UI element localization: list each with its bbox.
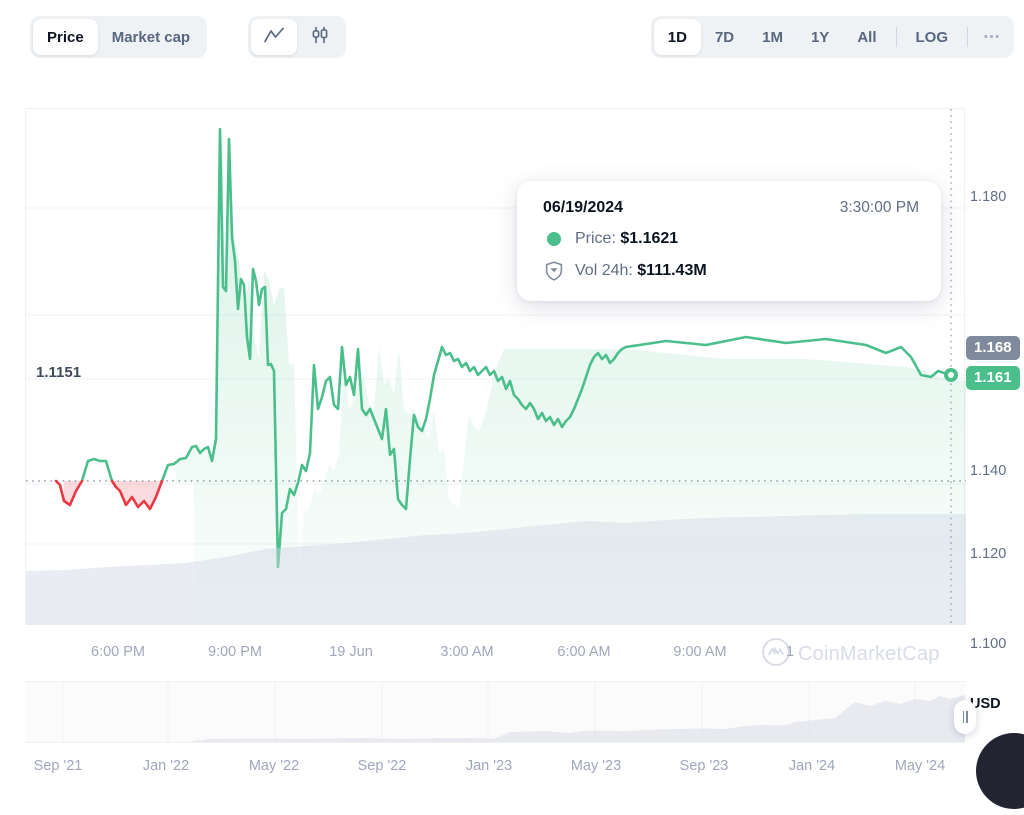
range-navigator[interactable] (25, 681, 976, 743)
x-tick-1: 9:00 PM (208, 644, 262, 660)
tooltip-date: 06/19/2024 (543, 199, 624, 216)
x-axis: 6:00 PM 9:00 PM 19 Jun 3:00 AM 6:00 AM 9… (0, 636, 1024, 670)
crosshair-price-marker (944, 368, 958, 382)
range-7d-button[interactable]: 7D (701, 19, 748, 55)
toolbar-divider-1 (895, 27, 897, 47)
x-tick-4: 6:00 AM (557, 644, 611, 660)
y-tick-1120: 1.120 (970, 546, 1007, 562)
navigator-right-handle[interactable] (954, 700, 976, 734)
tab-price[interactable]: Price (33, 19, 98, 55)
nav-tick-7: Jan '24 (788, 758, 836, 774)
x-tick-5: 9:00 AM (673, 644, 727, 660)
nav-tick-4: Jan '23 (465, 758, 513, 774)
log-scale-button[interactable]: LOG (902, 19, 963, 55)
tooltip-volume-label: Vol 24h: $111.43M (575, 262, 707, 280)
y-tick-1140: 1.140 (970, 463, 1007, 479)
x-tick-2: 19 Jun (329, 644, 373, 660)
y-tick-1180: 1.180 (970, 189, 1007, 205)
tooltip-price-key: Price: (575, 230, 616, 247)
range-all-button[interactable]: All (843, 19, 890, 55)
tooltip-time: 3:30:00 PM (839, 199, 919, 216)
nav-tick-8: May '24 (894, 758, 946, 774)
reference-price-label: 1.1151 (36, 364, 82, 381)
tooltip-volume-row: Vol 24h: $111.43M (543, 261, 919, 281)
line-chart-icon (263, 26, 285, 48)
y-axis-current-price-pill-green: 1.161 (966, 366, 1020, 390)
candlestick-icon (309, 26, 331, 48)
toolbar-divider-2 (967, 27, 968, 47)
metric-toggle-group: Price Market cap (30, 16, 208, 58)
nav-tick-1: Jan '22 (142, 758, 190, 774)
nav-tick-2: May '22 (248, 758, 300, 774)
x-tick-6: 1 (785, 644, 795, 660)
more-options-button[interactable]: ⋯ (973, 19, 1011, 55)
navigator-selected-range (25, 682, 965, 742)
tooltip-price-value: $1.1621 (620, 230, 679, 247)
navigator-x-axis: Sep '21 Jan '22 May '22 Sep '22 Jan '23 … (0, 752, 1024, 782)
nav-tick-0: Sep '21 (33, 758, 83, 774)
nav-tick-6: Sep '23 (679, 758, 729, 774)
x-tick-0: 6:00 PM (91, 644, 145, 660)
drag-handle-icon (966, 711, 968, 723)
range-1y-button[interactable]: 1Y (797, 19, 843, 55)
range-1m-button[interactable]: 1M (748, 19, 797, 55)
coinmarketcap-price-chart: Price Market cap 1D 7D 1M 1Y All LOG ⋯ 1… (0, 0, 1024, 815)
drag-handle-icon (962, 711, 964, 723)
chart-toolbar: Price Market cap 1D 7D 1M 1Y All LOG ⋯ (0, 0, 1024, 76)
time-range-toggle-group: 1D 7D 1M 1Y All LOG ⋯ (650, 16, 1014, 58)
tooltip-header: 06/19/2024 3:30:00 PM (543, 199, 919, 217)
tooltip-price-row: Price: $1.1621 (543, 230, 919, 248)
y-axis-last-price-pill-gray: 1.168 (966, 336, 1020, 360)
green-dot-icon (543, 232, 565, 246)
candlestick-chart-type-button[interactable] (297, 19, 343, 55)
nav-tick-5: May '23 (570, 758, 622, 774)
chart-type-toggle-group (248, 16, 346, 58)
chart-hover-tooltip: 06/19/2024 3:30:00 PM Price: $1.1621 Vol… (517, 181, 941, 301)
nav-tick-3: Sep '22 (357, 758, 407, 774)
tooltip-volume-value: $111.43M (637, 262, 707, 279)
tab-market-cap[interactable]: Market cap (98, 19, 204, 55)
shield-icon (543, 261, 565, 281)
range-1d-button[interactable]: 1D (653, 19, 701, 55)
line-chart-type-button[interactable] (251, 19, 297, 55)
tooltip-volume-key: Vol 24h: (575, 262, 633, 279)
tooltip-price-label: Price: $1.1621 (575, 230, 678, 248)
volume-area (26, 514, 966, 625)
navigator-svg (25, 682, 965, 742)
support-chat-button[interactable] (976, 733, 1024, 809)
x-tick-3: 3:00 AM (440, 644, 494, 660)
y-axis: 1.180 1.168 1.161 1.140 1.120 1.100 USD (966, 108, 1024, 712)
